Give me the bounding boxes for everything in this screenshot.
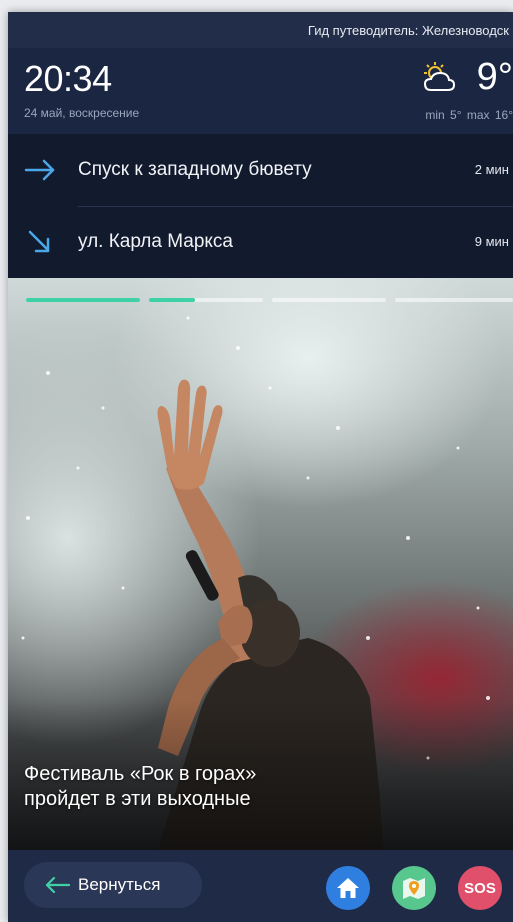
sos-button[interactable]: SOS [458, 866, 502, 910]
temperature-range: min 5° max 16° [425, 108, 513, 122]
progress-segment [149, 298, 263, 302]
progress-segment [395, 298, 513, 302]
back-button-label: Вернуться [78, 875, 161, 894]
app-title: Гид путеводитель: Железноводск [307, 22, 509, 38]
story-progress [26, 298, 513, 302]
progress-segment [272, 298, 386, 302]
nav-destination: ул. Карла Маркса [78, 231, 233, 252]
progress-fill [26, 298, 140, 302]
progress-fill [149, 298, 195, 302]
nav-item-western-spring[interactable]: Спуск к западному бювету 2 мин [8, 134, 513, 206]
back-button[interactable]: Вернуться [24, 862, 202, 908]
home-icon [337, 878, 359, 898]
arrow-left-icon [45, 877, 70, 893]
temperature: 9° [476, 56, 513, 98]
story-caption: Фестиваль «Рок в горах» пройдет в эти вы… [24, 762, 256, 812]
caption-line: пройдет в эти выходные [24, 788, 251, 810]
header: 20:34 24 май, воскресение 9° min 5° max … [8, 48, 513, 134]
map-button[interactable] [392, 866, 436, 910]
nav-eta: 2 мин [474, 162, 509, 177]
home-button[interactable] [326, 866, 370, 910]
caption-line: Фестиваль «Рок в горах» [24, 763, 257, 785]
story-banner[interactable]: Фестиваль «Рок в горах» пройдет в эти вы… [8, 278, 513, 850]
clock: 20:34 [24, 58, 112, 99]
top-bar: Гид путеводитель: Железноводск [8, 12, 513, 48]
kiosk-screen: Гид путеводитель: Железноводск 20:34 24 … [8, 12, 513, 922]
date: 24 май, воскресение [24, 106, 140, 120]
nav-item-karl-marx-street[interactable]: ул. Карла Маркса 9 мин [8, 206, 513, 278]
progress-segment [26, 298, 140, 302]
navigation-list: Спуск к западному бювету 2 мин ул. Карла… [8, 134, 513, 278]
map-pin-icon [403, 878, 425, 899]
partly-cloudy-icon [423, 62, 456, 91]
nav-eta: 9 мин [474, 234, 509, 249]
nav-destination: Спуск к западному бювету [78, 159, 312, 180]
sos-label: SOS [464, 879, 496, 897]
arrow-right-icon [24, 159, 55, 181]
bottom-bar: Вернуться SOS [8, 850, 513, 922]
arrow-down-right-icon [28, 230, 50, 253]
